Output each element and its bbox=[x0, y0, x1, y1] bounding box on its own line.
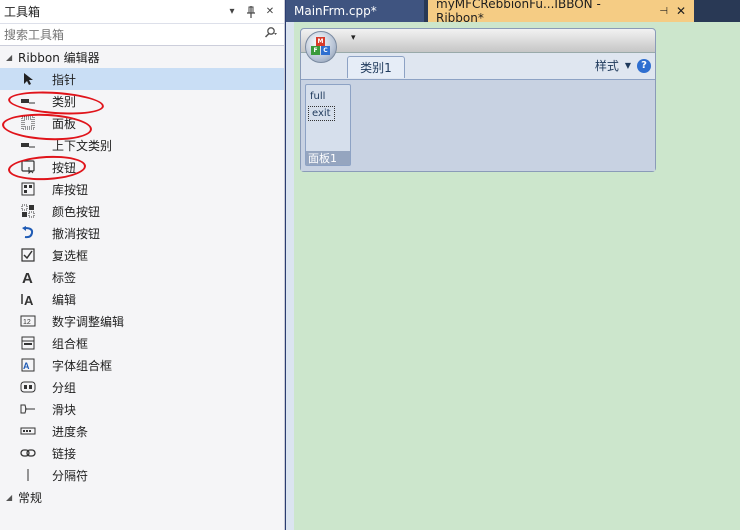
color-button-icon bbox=[20, 203, 36, 219]
style-label: 样式 bbox=[594, 59, 619, 73]
tool-item[interactable]: 按钮 bbox=[0, 156, 284, 178]
expand-arrow-icon: ◢ bbox=[6, 52, 13, 62]
designer-canvas: M F C ▾ 类别1 样式 ▼ ? full exit 面板1 bbox=[286, 22, 740, 530]
search-input[interactable] bbox=[4, 27, 260, 42]
pointer-icon bbox=[20, 71, 36, 87]
toolbox-title: 工具箱 bbox=[4, 5, 41, 19]
tool-item[interactable]: 分组 bbox=[0, 376, 284, 398]
tool-item-label: 标签 bbox=[52, 270, 77, 285]
pin-icon[interactable] bbox=[243, 4, 259, 20]
tool-list: 指针类别面板上下文类别按钮库按钮颜色按钮撤消按钮复选框 A 标签 A 编辑 12 数字调整编… bbox=[0, 68, 284, 486]
chevron-down-icon: ▼ bbox=[624, 61, 631, 70]
tool-item[interactable]: 上下文类别 bbox=[0, 134, 284, 156]
tool-item[interactable]: 组合框 bbox=[0, 332, 284, 354]
ribbon-tab-row: 类别1 样式 ▼ ? bbox=[301, 53, 655, 79]
exit-button[interactable]: exit bbox=[308, 106, 335, 121]
spin-edit-icon: 12 bbox=[20, 313, 36, 329]
svg-text:A: A bbox=[22, 270, 33, 284]
toolbox-panel: 工具箱 ▾ ✕ ◢ Ribbon 编辑器 指针类别面板上下文类别按钮库按钮颜色按… bbox=[0, 0, 285, 530]
tool-item-label: 面板 bbox=[52, 116, 77, 131]
tool-item-label: 按钮 bbox=[52, 160, 77, 175]
close-icon[interactable]: ✕ bbox=[262, 4, 278, 20]
group-icon bbox=[20, 379, 36, 395]
group-general[interactable]: ◢ 常规 bbox=[0, 486, 284, 508]
tool-item-label: 分隔符 bbox=[52, 468, 89, 483]
document-area: MainFrm.cpp* myMFCRebbionFu...IBBON - Ri… bbox=[286, 0, 740, 530]
tab-ribbon[interactable]: myMFCRebbionFu...IBBON - Ribbon* ⊣ ✕ bbox=[428, 0, 694, 25]
tool-item[interactable]: 库按钮 bbox=[0, 178, 284, 200]
tool-item[interactable]: 类别 bbox=[0, 90, 284, 112]
tool-item-label: 进度条 bbox=[52, 424, 89, 439]
tab-label: MainFrm.cpp* bbox=[294, 4, 377, 18]
tool-item-label: 类别 bbox=[52, 94, 77, 109]
combobox-icon bbox=[20, 335, 36, 351]
tool-item[interactable]: 面板 bbox=[0, 112, 284, 134]
svg-text:A: A bbox=[24, 293, 34, 306]
full-button[interactable]: full bbox=[306, 89, 350, 104]
tool-item-label: 链接 bbox=[52, 446, 77, 461]
tool-item-label: 颜色按钮 bbox=[52, 204, 101, 219]
tool-item[interactable]: 颜色按钮 bbox=[0, 200, 284, 222]
undo-button-icon bbox=[20, 225, 36, 241]
tool-item[interactable]: 分隔符 bbox=[0, 464, 284, 486]
toolbox-titlebar: 工具箱 ▾ ✕ bbox=[0, 0, 284, 24]
edit-icon: A bbox=[20, 291, 36, 307]
close-icon[interactable]: ✕ bbox=[676, 4, 686, 18]
toolbox-search bbox=[0, 24, 284, 46]
tool-item[interactable]: 链接 bbox=[0, 442, 284, 464]
tool-item[interactable]: 进度条 bbox=[0, 420, 284, 442]
tool-item[interactable]: A 字体组合框 bbox=[0, 354, 284, 376]
tool-item[interactable]: 12 数字调整编辑 bbox=[0, 310, 284, 332]
tool-item-label: 滑块 bbox=[52, 402, 77, 417]
button-icon bbox=[20, 159, 36, 175]
tool-item-label: 上下文类别 bbox=[52, 138, 113, 153]
group-ribbon-editor[interactable]: ◢ Ribbon 编辑器 bbox=[0, 46, 284, 68]
gallery-button-icon bbox=[20, 181, 36, 197]
tool-item-label: 分组 bbox=[52, 380, 77, 395]
context-category-icon bbox=[20, 137, 36, 153]
checkbox-icon bbox=[20, 247, 36, 263]
font-combobox-icon: A bbox=[20, 357, 36, 373]
ribbon-panel[interactable]: full exit 面板1 bbox=[305, 84, 351, 166]
tool-item-label: 组合框 bbox=[52, 336, 89, 351]
search-icon[interactable] bbox=[264, 27, 278, 42]
svg-text:12: 12 bbox=[23, 319, 31, 326]
panel-caption: 面板1 bbox=[306, 151, 350, 165]
ribbon-preview: M F C ▾ 类别1 样式 ▼ ? full exit 面板1 bbox=[300, 28, 656, 172]
group-label: 常规 bbox=[18, 490, 43, 505]
tool-item-label: 复选框 bbox=[52, 248, 89, 263]
separator-icon bbox=[20, 467, 36, 483]
tool-item[interactable]: A 标签 bbox=[0, 266, 284, 288]
tool-item-label: 撤消按钮 bbox=[52, 226, 101, 241]
link-icon bbox=[20, 445, 36, 461]
tool-item[interactable]: 复选框 bbox=[0, 244, 284, 266]
label-icon: A bbox=[20, 269, 36, 285]
tool-item-label: 库按钮 bbox=[52, 182, 89, 197]
tool-item-label: 字体组合框 bbox=[52, 358, 113, 373]
tool-item-label: 数字调整编辑 bbox=[52, 314, 125, 329]
style-menu[interactable]: 样式 ▼ ? bbox=[595, 57, 651, 74]
ribbon-category-tab[interactable]: 类别1 bbox=[347, 56, 405, 78]
slider-icon bbox=[20, 401, 36, 417]
document-tabs: MainFrm.cpp* myMFCRebbionFu...IBBON - Ri… bbox=[286, 0, 740, 25]
group-label: Ribbon 编辑器 bbox=[18, 50, 100, 65]
ribbon-body: full exit 面板1 bbox=[301, 79, 655, 171]
tab-mainfrm[interactable]: MainFrm.cpp* bbox=[286, 0, 424, 22]
tool-item-label: 编辑 bbox=[52, 292, 77, 307]
tool-item[interactable]: 指针 bbox=[0, 68, 284, 90]
panel-icon bbox=[20, 115, 36, 131]
dropdown-icon[interactable]: ▾ bbox=[224, 4, 240, 20]
svg-text:A: A bbox=[23, 361, 30, 371]
expand-arrow-icon: ◢ bbox=[6, 492, 13, 502]
progress-bar-icon bbox=[20, 423, 36, 439]
category-icon bbox=[20, 93, 36, 109]
quick-access-dropdown-icon[interactable]: ▾ bbox=[351, 33, 356, 43]
tool-item[interactable]: A 编辑 bbox=[0, 288, 284, 310]
help-icon[interactable]: ? bbox=[637, 58, 651, 73]
tool-item-label: 指针 bbox=[52, 72, 77, 87]
pin-icon[interactable]: ⊣ bbox=[659, 6, 668, 17]
tool-item[interactable]: 滑块 bbox=[0, 398, 284, 420]
tool-item[interactable]: 撤消按钮 bbox=[0, 222, 284, 244]
